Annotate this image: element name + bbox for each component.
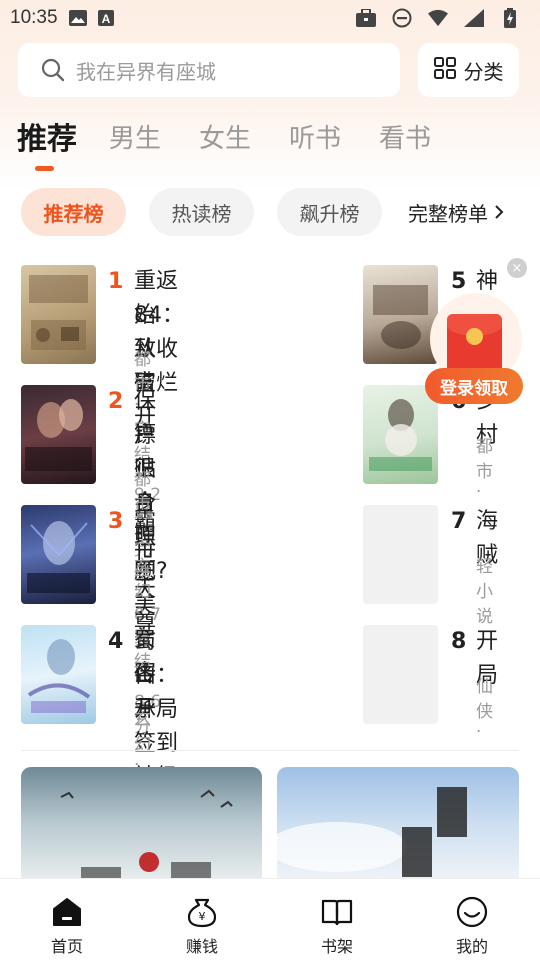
image-icon (68, 9, 88, 27)
a-icon: A (96, 9, 116, 27)
home-icon (50, 895, 84, 929)
book-cover (21, 385, 96, 484)
close-icon[interactable]: × (507, 258, 527, 278)
book-meta: 轻小说 (476, 557, 493, 627)
briefcase-icon (356, 9, 376, 27)
book-cover (21, 625, 96, 724)
full-list-label: 完整榜单 (408, 202, 488, 226)
nav-home[interactable]: 首页 (22, 879, 112, 960)
book-cover-placeholder (363, 625, 438, 724)
bookshelf-icon (320, 895, 354, 929)
chevron-right-icon (494, 201, 504, 225)
book-cover (21, 265, 96, 364)
login-claim-button[interactable]: 登录领取 (425, 368, 523, 404)
book-cover (21, 505, 96, 604)
tab-male[interactable]: 男生 (109, 118, 161, 155)
nav-earn[interactable]: ¥ 赚钱 (157, 879, 247, 960)
nav-label: 首页 (50, 937, 83, 956)
book-rank: 8 (451, 629, 467, 654)
book-rank: 3 (108, 509, 124, 534)
search-icon (40, 57, 66, 83)
wifi-icon (428, 9, 448, 27)
book-rank: 5 (451, 269, 467, 294)
book-rank: 7 (451, 509, 467, 534)
nav-bookshelf[interactable]: 书架 (292, 879, 382, 960)
chip-recommend-rank[interactable]: 推荐榜 (21, 188, 126, 236)
tab-audiobook[interactable]: 听书 (289, 118, 341, 155)
battery-icon (500, 8, 520, 28)
profile-icon (455, 895, 489, 929)
chip-hot-rank[interactable]: 热读榜 (149, 188, 254, 236)
status-time: 10:35 (10, 7, 58, 28)
book-cover (363, 265, 438, 364)
nav-label: 书架 (320, 937, 353, 956)
category-button[interactable]: 分类 (418, 43, 519, 97)
book-meta: 都市 · (476, 437, 493, 502)
book-meta: 仙侠 · (476, 677, 493, 742)
search-input[interactable]: 我在异界有座城 (18, 43, 400, 97)
tab-female[interactable]: 女生 (199, 118, 251, 155)
tab-read[interactable]: 看书 (379, 118, 431, 155)
category-label: 分类 (463, 59, 504, 84)
grid-icon (433, 56, 456, 84)
red-envelope-icon[interactable] (447, 314, 502, 374)
search-placeholder: 我在异界有座城 (76, 59, 216, 84)
full-list-link[interactable]: 完整榜单 (408, 198, 504, 227)
channel-tabs: 推荐 男生 女生 听书 看书 (0, 118, 540, 178)
tab-recommend[interactable]: 推荐 (17, 114, 77, 158)
divider (21, 750, 519, 751)
svg-text:A: A (101, 12, 110, 26)
banner-left[interactable] (21, 767, 262, 887)
nav-label: 我的 (455, 937, 488, 956)
nav-label: 赚钱 (185, 937, 218, 956)
book-rank: 1 (108, 269, 124, 294)
banner-right[interactable] (277, 767, 519, 887)
nav-profile[interactable]: 我的 (427, 879, 517, 960)
book-rank: 2 (108, 389, 124, 414)
money-bag-icon: ¥ (185, 895, 219, 929)
book-cover (363, 385, 438, 484)
signal-icon (464, 9, 484, 27)
bottom-nav: 首页 ¥ 赚钱 书架 我的 (0, 878, 540, 960)
chip-rising-rank[interactable]: 飙升榜 (277, 188, 382, 236)
svg-text:¥: ¥ (199, 910, 206, 923)
status-bar: 10:35 A (0, 0, 540, 36)
dnd-icon (392, 8, 412, 28)
tab-indicator (35, 166, 54, 171)
book-rank: 4 (108, 629, 124, 654)
book-cover-placeholder (363, 505, 438, 604)
